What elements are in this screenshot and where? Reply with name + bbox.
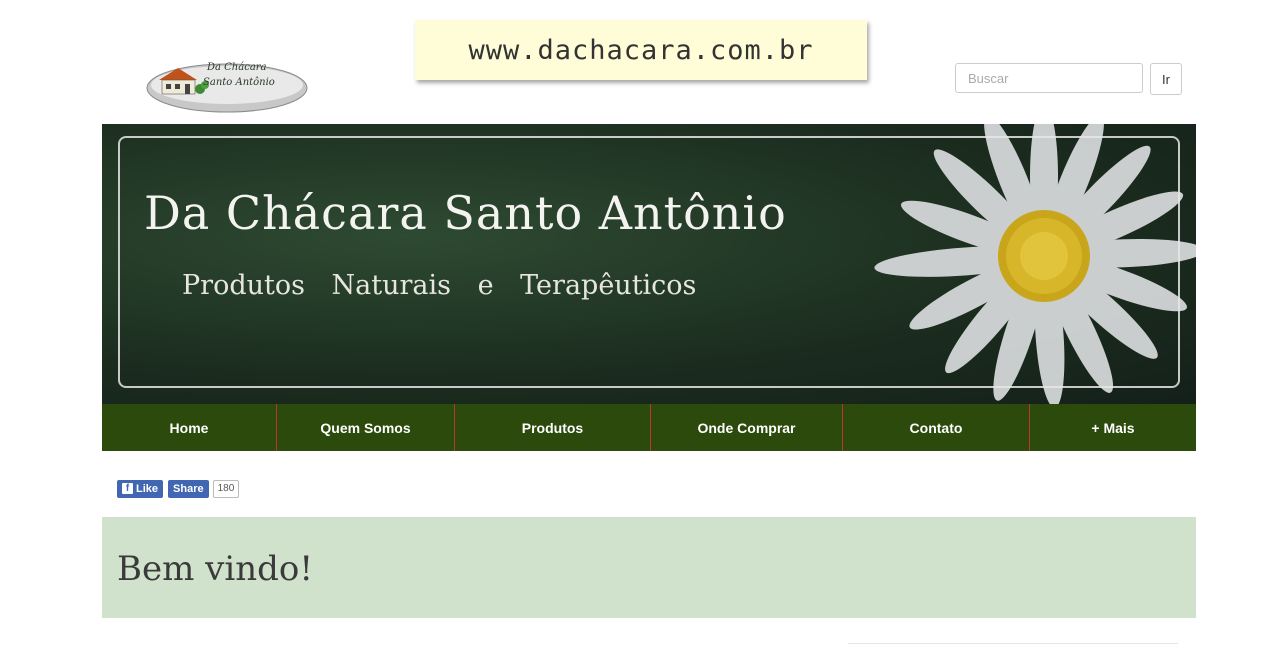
nav-item-contato[interactable]: Contato <box>843 404 1030 451</box>
welcome-title: Bem vindo! <box>117 549 314 589</box>
url-banner-text: www.dachacara.com.br <box>468 34 814 66</box>
nav-item-onde-comprar[interactable]: Onde Comprar <box>651 404 843 451</box>
hero-frame <box>118 136 1180 388</box>
hero-banner: Da Chácara Santo Antônio Produtos Natura… <box>102 124 1196 404</box>
search-submit-button[interactable]: Ir <box>1150 63 1182 95</box>
hero-subtitle: Produtos Naturais e Terapêuticos <box>182 270 697 301</box>
nav-item-mais[interactable]: + Mais <box>1030 404 1196 451</box>
social-buttons: f Like Share 180 <box>117 479 240 498</box>
nav-item-quem-somos[interactable]: Quem Somos <box>277 404 455 451</box>
divider <box>848 643 1178 644</box>
facebook-like-button[interactable]: f Like <box>117 479 164 498</box>
facebook-icon: f <box>122 483 133 494</box>
url-banner: www.dachacara.com.br <box>415 20 867 80</box>
logo-text-line1: Da Chácara <box>207 62 267 73</box>
nav-item-produtos[interactable]: Produtos <box>455 404 651 451</box>
nav-item-home[interactable]: Home <box>102 404 277 451</box>
main-navbar: Home Quem Somos Produtos Onde Comprar Co… <box>102 404 1196 451</box>
facebook-like-count: 180 <box>212 479 240 498</box>
site-logo[interactable]: Da Chácara Santo Antônio <box>145 58 309 114</box>
facebook-share-button[interactable]: Share <box>168 479 209 498</box>
facebook-like-label: Like <box>136 482 159 495</box>
search-input[interactable] <box>955 63 1143 93</box>
logo-text-line2: Santo Antônio <box>203 77 275 88</box>
hero-title: Da Chácara Santo Antônio <box>144 186 787 240</box>
facebook-share-label: Share <box>173 482 204 495</box>
welcome-section: Bem vindo! <box>102 517 1196 618</box>
